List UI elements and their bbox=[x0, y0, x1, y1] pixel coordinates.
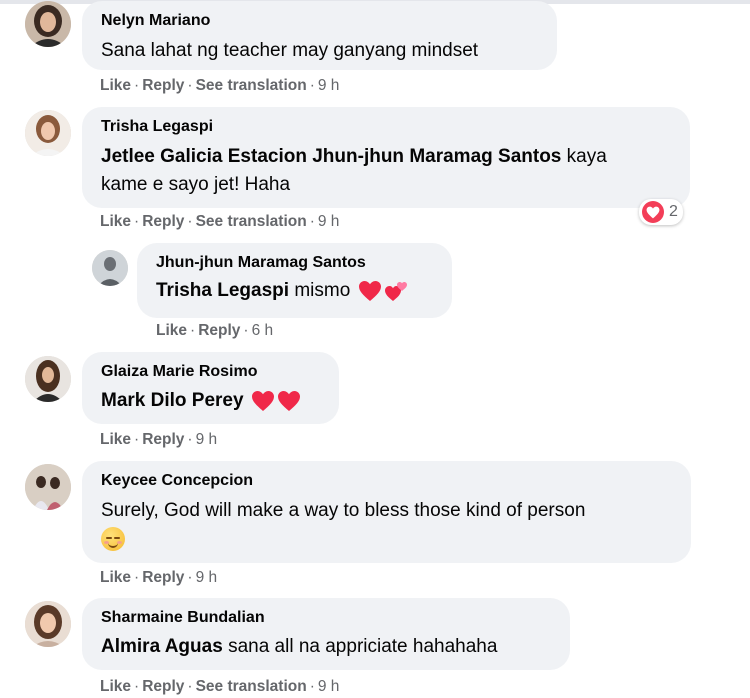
comment-bubble: Keycee Concepcion Surely, God will make … bbox=[82, 461, 691, 563]
comment-text: Jetlee Galicia Estacion Jhun-jhun Marama… bbox=[101, 143, 674, 199]
see-translation-link[interactable]: See translation bbox=[196, 213, 307, 230]
mention-link[interactable]: Almira Aguas bbox=[101, 636, 223, 657]
timestamp[interactable]: 6 h bbox=[252, 322, 274, 339]
separator: · bbox=[187, 678, 193, 695]
comment-actions: Like · Reply · See translation · 9 h bbox=[100, 76, 339, 96]
mention-link[interactable]: Mark Dilo Perey bbox=[101, 390, 244, 411]
comment-text: Mark Dilo Perey bbox=[101, 387, 323, 415]
like-button[interactable]: Like bbox=[100, 213, 131, 230]
separator: · bbox=[134, 77, 140, 94]
comment-actions: Like · Reply · 9 h bbox=[100, 568, 217, 588]
comment-text: Trisha Legaspi mismo bbox=[156, 277, 436, 305]
comment-text-part: kaya bbox=[566, 146, 607, 167]
like-button[interactable]: Like bbox=[100, 569, 131, 586]
commenter-name[interactable]: Sharmaine Bundalian bbox=[101, 608, 554, 628]
separator: · bbox=[134, 213, 140, 230]
timestamp[interactable]: 9 h bbox=[196, 569, 218, 586]
separator: · bbox=[134, 569, 140, 586]
mention-link[interactable]: Jhun-jhun Maramag Santos bbox=[312, 146, 561, 167]
like-button[interactable]: Like bbox=[156, 322, 187, 339]
comment-bubble: Trisha Legaspi Jetlee Galicia Estacion J… bbox=[82, 107, 690, 208]
mention-link[interactable]: Jetlee Galicia Estacion bbox=[101, 146, 307, 167]
reply-button[interactable]: Reply bbox=[142, 678, 184, 695]
timestamp[interactable]: 9 h bbox=[318, 213, 340, 230]
comment-bubble: Nelyn Mariano Sana lahat ng teacher may … bbox=[82, 1, 557, 70]
separator: · bbox=[309, 213, 315, 230]
separator: · bbox=[309, 678, 315, 695]
avatar[interactable] bbox=[25, 110, 71, 156]
reaction-count: 2 bbox=[669, 203, 678, 220]
two-hearts-emoji-icon bbox=[384, 281, 407, 301]
heart-reaction-icon bbox=[642, 201, 664, 223]
comment-actions: Like · Reply · See translation · 9 h bbox=[100, 677, 339, 697]
comment-text-part: sana all na appriciate hahahaha bbox=[228, 636, 498, 657]
comment-actions: Like · Reply · 6 h bbox=[156, 321, 273, 341]
separator: · bbox=[187, 213, 193, 230]
comment-text: Sana lahat ng teacher may ganyang mindse… bbox=[101, 40, 479, 61]
comment-text: Surely, God will make a way to bless tho… bbox=[101, 497, 675, 553]
avatar[interactable] bbox=[25, 1, 71, 47]
comment-actions: Like · Reply · See translation · 9 h bbox=[100, 212, 339, 232]
reply-button[interactable]: Reply bbox=[142, 431, 184, 448]
red-heart-emoji-icon bbox=[358, 280, 381, 301]
red-heart-emoji-icon bbox=[251, 390, 274, 411]
commenter-name[interactable]: Trisha Legaspi bbox=[101, 117, 674, 137]
reply-button[interactable]: Reply bbox=[198, 322, 240, 339]
avatar[interactable] bbox=[25, 464, 71, 510]
separator: · bbox=[309, 77, 315, 94]
see-translation-link[interactable]: See translation bbox=[196, 678, 307, 695]
comment-text-part: kame e sayo jet! Haha bbox=[101, 174, 291, 195]
separator: · bbox=[187, 77, 193, 94]
timestamp[interactable]: 9 h bbox=[318, 678, 340, 695]
reply-button[interactable]: Reply bbox=[142, 569, 184, 586]
commenter-name[interactable]: Keycee Concepcion bbox=[101, 471, 675, 491]
red-heart-emoji-icon bbox=[277, 390, 300, 411]
separator: · bbox=[187, 431, 193, 448]
comment-text-part: mismo bbox=[294, 280, 351, 301]
commenter-name[interactable]: Glaiza Marie Rosimo bbox=[101, 362, 323, 382]
avatar[interactable] bbox=[25, 601, 71, 647]
timestamp[interactable]: 9 h bbox=[318, 77, 340, 94]
avatar[interactable] bbox=[92, 250, 128, 286]
separator: · bbox=[190, 322, 196, 339]
mention-link[interactable]: Trisha Legaspi bbox=[156, 280, 289, 301]
reaction-summary[interactable]: 2 bbox=[639, 199, 683, 225]
comment-actions: Like · Reply · 9 h bbox=[100, 430, 217, 450]
like-button[interactable]: Like bbox=[100, 77, 131, 94]
comment-bubble: Sharmaine Bundalian Almira Aguas sana al… bbox=[82, 598, 570, 670]
reply-button[interactable]: Reply bbox=[142, 77, 184, 94]
separator: · bbox=[187, 569, 193, 586]
separator: · bbox=[243, 322, 249, 339]
like-button[interactable]: Like bbox=[100, 678, 131, 695]
timestamp[interactable]: 9 h bbox=[196, 431, 218, 448]
separator: · bbox=[134, 678, 140, 695]
like-button[interactable]: Like bbox=[100, 431, 131, 448]
see-translation-link[interactable]: See translation bbox=[196, 77, 307, 94]
reply-button[interactable]: Reply bbox=[142, 213, 184, 230]
comment-bubble: Glaiza Marie Rosimo Mark Dilo Perey bbox=[82, 352, 339, 424]
commenter-name[interactable]: Jhun-jhun Maramag Santos bbox=[156, 253, 436, 273]
comment-bubble: Jhun-jhun Maramag Santos Trisha Legaspi … bbox=[137, 243, 452, 318]
relieved-face-emoji-icon bbox=[101, 526, 125, 551]
separator: · bbox=[134, 431, 140, 448]
comment-text-part: Surely, God will make a way to bless tho… bbox=[101, 500, 586, 521]
commenter-name[interactable]: Nelyn Mariano bbox=[101, 11, 541, 31]
comment-text: Almira Aguas sana all na appriciate haha… bbox=[101, 633, 554, 661]
avatar[interactable] bbox=[25, 356, 71, 402]
